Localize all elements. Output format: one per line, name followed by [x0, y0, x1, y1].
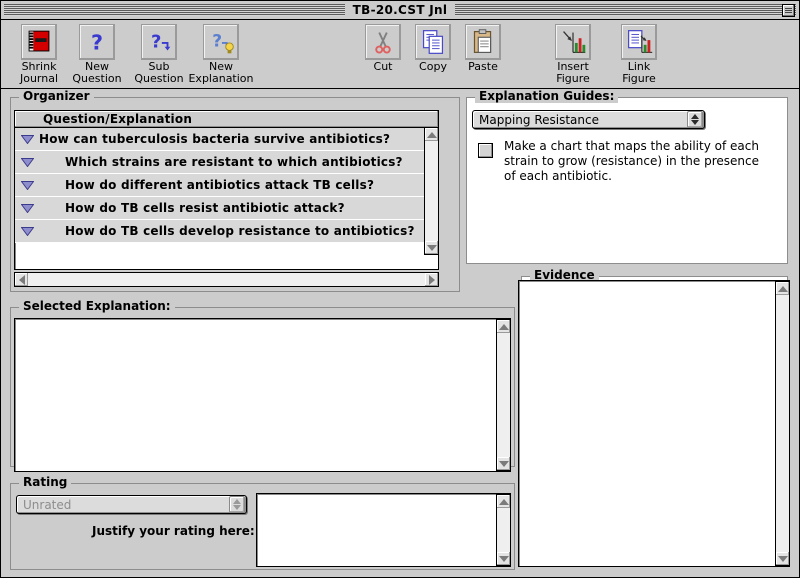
link-chart-icon [622, 25, 656, 59]
rating-justification-textarea[interactable] [256, 493, 511, 567]
popup-updown-arrows-icon[interactable] [687, 111, 703, 128]
window-left-border [0, 89, 1, 578]
question-mark-arrow-icon: ? [142, 25, 176, 59]
red-notebook-icon [22, 25, 56, 59]
scroll-left-arrow-icon[interactable] [15, 273, 28, 286]
question-mark-icon: ? [80, 25, 114, 59]
toolbar-label-insert-figure: Insert Figure [556, 60, 590, 85]
guide-checklist-text: Make a chart that maps the ability of ea… [504, 139, 759, 183]
question-mark-lightbulb-icon: ? [204, 25, 238, 59]
scroll-up-arrow-icon[interactable] [425, 128, 438, 141]
toolbar-label-link-figure: Link Figure [622, 60, 656, 85]
svg-text:?: ? [91, 31, 103, 55]
toolbar-button-insert-figure[interactable]: Insert Figure [537, 24, 609, 85]
application-window: TB-20.CST Jnl Shrink Journal ? New Quest… [0, 0, 800, 578]
scroll-up-arrow-icon[interactable] [497, 495, 510, 508]
scroll-up-arrow-icon[interactable] [776, 282, 789, 295]
toolbar: Shrink Journal ? New Question ? Sub Ques… [0, 20, 800, 89]
selected-explanation-vscroll-track[interactable] [497, 333, 510, 457]
scroll-right-arrow-icon[interactable] [425, 273, 438, 286]
organizer-horizontal-scrollbar[interactable] [14, 272, 439, 287]
selected-explanation-textarea[interactable] [14, 318, 511, 472]
organizer-row[interactable]: How do different antibiotics attack TB c… [15, 174, 438, 197]
justify-rating-label: Justify your rating here: [92, 524, 255, 538]
evidence-textarea[interactable] [518, 280, 790, 567]
insert-figure-button-face[interactable] [555, 24, 591, 60]
organizer-listbox[interactable]: Question/Explanation How can tuberculosi… [14, 110, 439, 270]
selected-explanation-title: Selected Explanation: [19, 300, 175, 313]
organizer-row-label: How do TB cells resist antibiotic attack… [65, 201, 345, 215]
rating-select-value: Unrated [23, 497, 72, 512]
evidence-vscroll-track[interactable] [776, 295, 789, 552]
disclosure-triangle-icon[interactable] [15, 203, 39, 213]
rating-justification-vertical-scrollbar[interactable] [496, 494, 511, 566]
shrink-journal-button-face[interactable] [21, 24, 57, 60]
scroll-up-arrow-icon[interactable] [497, 320, 510, 333]
toolbar-label-new-explanation: New Explanation [188, 60, 254, 85]
organizer-title: Organizer [19, 90, 94, 103]
guide-select-value: Mapping Resistance [479, 112, 599, 127]
organizer-row-label: How do different antibiotics attack TB c… [65, 178, 375, 192]
explanation-guides-title: Explanation Guides: [475, 90, 619, 103]
rating-title: Rating [19, 476, 72, 489]
new-explanation-button-face[interactable]: ? [203, 24, 239, 60]
rating-select[interactable]: Unrated [16, 495, 247, 514]
toolbar-button-new-explanation[interactable]: ? New Explanation [185, 24, 257, 85]
paste-button-face[interactable] [465, 24, 501, 60]
organizer-hscroll-track[interactable] [28, 273, 425, 286]
disclosure-triangle-icon[interactable] [15, 157, 39, 167]
organizer-row-label: How do TB cells develop resistance to an… [65, 224, 415, 238]
sub-question-button-face[interactable]: ? [141, 24, 177, 60]
new-question-button-face[interactable]: ? [79, 24, 115, 60]
guide-checklist-checkbox[interactable] [478, 143, 493, 158]
organizer-row[interactable]: Which strains are resistant to which ant… [15, 151, 438, 174]
window-bottom-border [0, 572, 800, 578]
organizer-column-header[interactable]: Question/Explanation [15, 111, 438, 128]
organizer-vscroll-track[interactable] [425, 141, 438, 241]
svg-text:?: ? [151, 32, 161, 53]
popup-updown-arrows-icon[interactable] [229, 496, 245, 513]
copy-button-face[interactable] [415, 24, 451, 60]
window-titlebar[interactable]: TB-20.CST Jnl [0, 0, 800, 20]
toolbar-button-link-figure[interactable]: Link Figure [603, 24, 675, 85]
organizer-row[interactable]: How do TB cells develop resistance to an… [15, 220, 438, 243]
rating-vscroll-track[interactable] [497, 508, 510, 552]
titlebar-title-wrap: TB-20.CST Jnl [1, 1, 799, 19]
scissors-icon [366, 25, 400, 59]
selected-explanation-vertical-scrollbar[interactable] [496, 319, 511, 471]
organizer-row-label: Which strains are resistant to which ant… [65, 155, 403, 169]
organizer-row[interactable]: How can tuberculosis bacteria survive an… [15, 128, 438, 151]
insert-chart-icon [556, 25, 590, 59]
disclosure-triangle-icon[interactable] [15, 180, 39, 190]
documents-copy-icon [416, 25, 450, 59]
organizer-vertical-scrollbar[interactable] [424, 127, 439, 255]
disclosure-triangle-icon[interactable] [15, 134, 39, 144]
cut-button-face[interactable] [365, 24, 401, 60]
link-figure-button-face[interactable] [621, 24, 657, 60]
scroll-down-arrow-icon[interactable] [497, 457, 510, 470]
scroll-down-arrow-icon[interactable] [497, 552, 510, 565]
toolbar-label-paste: Paste [468, 60, 498, 73]
scroll-down-arrow-icon[interactable] [425, 241, 438, 254]
scroll-down-arrow-icon[interactable] [776, 552, 789, 565]
toolbar-button-paste[interactable]: Paste [447, 24, 519, 73]
window-title: TB-20.CST Jnl [344, 3, 456, 17]
organizer-column-header-label: Question/Explanation [43, 112, 193, 126]
organizer-rows: How can tuberculosis bacteria survive an… [15, 128, 438, 269]
collapse-box-icon[interactable] [782, 4, 795, 17]
disclosure-triangle-icon[interactable] [15, 226, 39, 236]
clipboard-paste-icon [466, 25, 500, 59]
evidence-vertical-scrollbar[interactable] [775, 281, 790, 566]
guide-select[interactable]: Mapping Resistance [472, 110, 705, 129]
organizer-row-label: How can tuberculosis bacteria survive an… [39, 132, 391, 146]
svg-text:?: ? [212, 32, 222, 52]
organizer-row[interactable]: How do TB cells resist antibiotic attack… [15, 197, 438, 220]
